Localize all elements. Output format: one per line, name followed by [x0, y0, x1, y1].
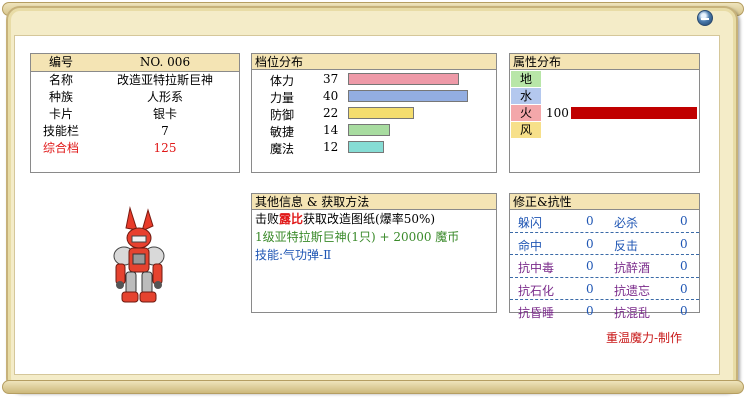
resist-label: 抗醉酒 [614, 261, 651, 275]
element-row: 水 [510, 87, 699, 104]
elements-list: 地水火 100 风 [510, 70, 699, 138]
basic-header-row: 编号 NO. 006 [31, 54, 239, 72]
credit-text: 重温魔力-制作 [606, 331, 683, 345]
basic-row: 名称 改造亚特拉斯巨神 [31, 72, 239, 90]
elements-title: 属性分布 [510, 54, 699, 70]
stat-row: 防御 22 [252, 104, 496, 122]
element-label: 风 [511, 122, 541, 138]
stat-label: 魔法 [270, 142, 295, 156]
resist-value: 0 [680, 214, 688, 228]
basic-info-panel: 编号 NO. 006 名称 改造亚特拉斯巨神 种族 人形系 卡片 银卡 技能栏 … [30, 53, 240, 173]
resist-label: 抗中毒 [518, 261, 555, 275]
basic-value: 125 [153, 141, 177, 155]
other-info-title: 其他信息 & 获取方法 [252, 194, 496, 210]
skill-line: 技能:气功弹-Ⅱ [255, 248, 332, 262]
stat-row: 魔法 12 [252, 138, 496, 156]
resist-value: 0 [586, 281, 594, 296]
stat-bar [348, 107, 414, 119]
basic-key: 技能栏 [42, 124, 79, 138]
stats-panel: 档位分布 体力 37 力量 40 防御 22 敏捷 14 魔法 12 [251, 53, 497, 173]
stat-row: 体力 37 [252, 70, 496, 88]
resist-row: 抗中毒 0 抗醉酒 0 [510, 255, 699, 278]
stat-value: 14 [323, 123, 339, 137]
elements-panel: 属性分布 地水火 100 风 [509, 53, 700, 173]
orb-icon[interactable] [697, 10, 713, 26]
resist-label: 躲闪 [518, 216, 543, 230]
craft-materials-line: 1级亚特拉斯巨神(1只) + 20000 魔币 [255, 230, 460, 244]
basic-key: 编号 [31, 54, 91, 72]
robot-sprite [113, 206, 165, 303]
basic-key: 名称 [48, 73, 73, 87]
stat-bar [348, 90, 468, 102]
resist-value: 0 [586, 236, 594, 251]
scroll-bottom-roll [2, 380, 744, 394]
resist-row: 躲闪 0 必杀 0 [510, 210, 699, 233]
stats-list: 体力 37 力量 40 防御 22 敏捷 14 魔法 12 [252, 70, 496, 156]
resist-value: 0 [586, 259, 594, 273]
resist-list: 躲闪 0 必杀 0 命中 0 反击 0 抗中毒 0 抗醉酒 0 抗石化 0 抗遗忘 0 抗昏睡 0 抗混乱 0 [510, 210, 699, 323]
stat-bar [348, 73, 459, 85]
resist-label: 反击 [614, 238, 639, 253]
stat-value: 37 [323, 72, 339, 86]
basic-key: 种族 [48, 90, 73, 104]
resist-row: 抗昏睡 0 抗混乱 0 [510, 300, 699, 323]
basic-key: 综合档 [42, 141, 79, 155]
basic-row: 种族 人形系 [31, 89, 239, 106]
basic-value: NO. 006 [91, 54, 239, 72]
resist-value: 0 [680, 259, 688, 273]
stat-value: 40 [323, 89, 339, 103]
stat-value: 22 [323, 106, 339, 120]
element-row: 火 100 [510, 104, 699, 121]
resist-value: 0 [680, 304, 688, 318]
stat-value: 12 [323, 140, 339, 154]
enemy-name[interactable]: 露比 [279, 212, 303, 226]
resist-title: 修正&抗性 [510, 194, 699, 210]
basic-value: 7 [161, 124, 169, 138]
resist-label: 抗石化 [518, 283, 555, 298]
drop-prefix: 击败 [255, 212, 280, 226]
basic-key: 卡片 [48, 107, 73, 121]
element-row: 风 [510, 121, 699, 138]
basic-value: 银卡 [152, 107, 177, 121]
resist-label: 必杀 [614, 216, 639, 230]
element-value: 100 [546, 106, 569, 120]
other-info-panel: 其他信息 & 获取方法 击败露比获取改造图纸(爆率50%) 1级亚特拉斯巨神(1… [251, 193, 497, 313]
resist-label: 命中 [518, 238, 543, 253]
stats-title: 档位分布 [252, 54, 496, 70]
resist-panel: 修正&抗性 躲闪 0 必杀 0 命中 0 反击 0 抗中毒 0 抗醉酒 0 抗石化 0 抗遗忘 0 抗昏睡 0 抗混… [509, 193, 700, 320]
resist-label: 抗昏睡 [518, 306, 555, 320]
resist-label: 抗遗忘 [614, 283, 651, 298]
basic-value: 人形系 [146, 90, 183, 104]
resist-label: 抗混乱 [614, 306, 651, 320]
resist-row: 抗石化 0 抗遗忘 0 [510, 278, 699, 300]
element-bar [571, 107, 697, 119]
stat-bar [348, 141, 384, 153]
drop-suffix: 获取改造图纸(爆率50%) [303, 212, 436, 226]
element-label: 水 [511, 88, 541, 104]
drop-source-line: 击败露比获取改造图纸(爆率50%) [252, 210, 496, 228]
element-label: 火 [511, 105, 541, 121]
element-row: 地 [510, 70, 699, 87]
basic-row-total: 综合档 125 [31, 140, 239, 157]
resist-value: 0 [680, 281, 688, 296]
element-label: 地 [511, 71, 541, 87]
resist-value: 0 [680, 236, 688, 251]
basic-row: 技能栏 7 [31, 123, 239, 140]
basic-value: 改造亚特拉斯巨神 [116, 73, 213, 87]
stat-row: 敏捷 14 [252, 121, 496, 139]
stat-row: 力量 40 [252, 87, 496, 105]
resist-value: 0 [586, 304, 594, 318]
resist-value: 0 [586, 214, 594, 228]
basic-row: 卡片 银卡 [31, 106, 239, 123]
stat-bar [348, 124, 390, 136]
resist-row: 命中 0 反击 0 [510, 233, 699, 255]
